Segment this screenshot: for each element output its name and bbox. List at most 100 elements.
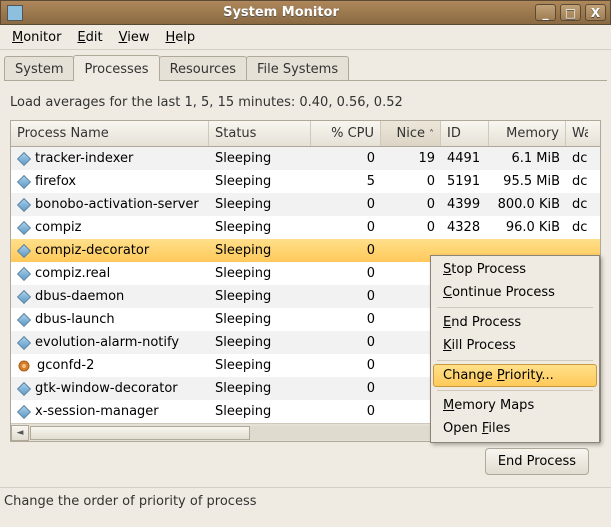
cell-process-name: tracker-indexer [11,151,209,166]
col-wait[interactable]: Wa [566,121,588,146]
ctx-stop-process[interactable]: Stop Process [433,258,597,281]
diamond-icon [17,381,31,395]
table-row[interactable]: tracker-indexerSleeping01944916.1 MiBdc [11,147,600,170]
cell-status: Sleeping [209,289,311,304]
cell-cpu: 0 [311,289,381,304]
diamond-icon [17,335,31,349]
context-menu: Stop Process Continue Process End Proces… [430,255,600,443]
col-memory[interactable]: Memory [489,121,566,146]
table-header: Process Name Status % CPU Nice˄ ID Memor… [11,121,600,147]
cell-cpu: 0 [311,197,381,212]
cell-id: 5191 [441,174,489,189]
cell-status: Sleeping [209,151,311,166]
cell-process-name: compiz [11,220,209,235]
cell-cpu: 0 [311,404,381,419]
cell-process-name: evolution-alarm-notify [11,335,209,350]
menubar: Monitor Edit View Help [0,25,611,50]
end-process-button[interactable]: End Process [485,448,589,475]
cell-status: Sleeping [209,243,311,258]
ctx-open-files[interactable]: Open Files [433,417,597,440]
cell-id: 4491 [441,151,489,166]
diamond-icon [17,243,31,257]
cell-memory: 800.0 KiB [489,197,566,212]
cell-cpu: 0 [311,243,381,258]
scroll-left-icon[interactable]: ◄ [11,425,29,441]
cell-nice: 0 [381,220,441,235]
col-cpu[interactable]: % CPU [311,121,381,146]
close-button[interactable]: X [585,4,606,21]
cell-id: 4399 [441,197,489,212]
cell-cpu: 0 [311,266,381,281]
ctx-change-priority[interactable]: Change Priority... [433,364,597,387]
menu-edit[interactable]: Edit [69,27,110,48]
status-bar: Change the order of priority of process [0,487,611,509]
diamond-icon [17,220,31,234]
cell-status: Sleeping [209,335,311,350]
diamond-icon [17,312,31,326]
col-nice[interactable]: Nice˄ [381,121,441,146]
cell-process-name: dbus-launch [11,312,209,327]
cell-wait: dc [566,174,588,189]
cell-process-name: gconfd-2 [11,358,209,373]
cell-process-name: bonobo-activation-server [11,197,209,212]
cell-memory: 95.5 MiB [489,174,566,189]
sort-asc-icon: ˄ [429,129,434,140]
table-row[interactable]: compizSleeping00432896.0 KiBdc [11,216,600,239]
menu-view[interactable]: View [111,27,158,48]
cell-wait: dc [566,151,588,166]
cell-process-name: x-session-manager [11,404,209,419]
table-row[interactable]: firefoxSleeping50519195.5 MiBdc [11,170,600,193]
cell-cpu: 0 [311,220,381,235]
cell-status: Sleeping [209,404,311,419]
diamond-icon [17,174,31,188]
cell-nice: 0 [381,174,441,189]
cell-status: Sleeping [209,381,311,396]
col-id[interactable]: ID [441,121,489,146]
ctx-continue-process[interactable]: Continue Process [433,281,597,304]
cell-status: Sleeping [209,174,311,189]
footer: End Process [10,442,601,481]
cell-memory: 96.0 KiB [489,220,566,235]
cell-status: Sleeping [209,220,311,235]
table-row[interactable]: bonobo-activation-serverSleeping00439980… [11,193,600,216]
diamond-icon [17,197,31,211]
tab-resources[interactable]: Resources [159,56,247,81]
cell-status: Sleeping [209,358,311,373]
diamond-icon [17,266,31,280]
tab-filesystems[interactable]: File Systems [246,56,349,81]
cell-cpu: 0 [311,335,381,350]
diamond-icon [17,151,31,165]
cell-process-name: gtk-window-decorator [11,381,209,396]
menu-help[interactable]: Help [157,27,203,48]
cell-cpu: 5 [311,174,381,189]
ctx-kill-process[interactable]: Kill Process [433,334,597,357]
cell-cpu: 0 [311,312,381,327]
cell-status: Sleeping [209,266,311,281]
ctx-separator [437,307,593,308]
window-title: System Monitor [29,5,533,20]
minimize-button[interactable]: _ [535,4,556,21]
diamond-icon [17,404,31,418]
cell-memory: 6.1 MiB [489,151,566,166]
cell-process-name: compiz.real [11,266,209,281]
ctx-memory-maps[interactable]: Memory Maps [433,394,597,417]
maximize-button[interactable]: □ [560,4,581,21]
cell-cpu: 0 [311,358,381,373]
scroll-thumb[interactable] [30,426,250,440]
cell-process-name: dbus-daemon [11,289,209,304]
ctx-separator [437,360,593,361]
col-process-name[interactable]: Process Name [11,121,209,146]
col-status[interactable]: Status [209,121,311,146]
tab-processes[interactable]: Processes [73,55,159,81]
tab-system[interactable]: System [4,56,74,81]
cell-id: 4328 [441,220,489,235]
menu-monitor[interactable]: Monitor [4,27,69,48]
gear-icon [17,359,31,373]
cell-status: Sleeping [209,197,311,212]
ctx-end-process[interactable]: End Process [433,311,597,334]
cell-process-name: compiz-decorator [11,243,209,258]
cell-status: Sleeping [209,312,311,327]
cell-wait: dc [566,197,588,212]
cell-wait: dc [566,220,588,235]
titlebar[interactable]: System Monitor _ □ X [0,0,611,25]
